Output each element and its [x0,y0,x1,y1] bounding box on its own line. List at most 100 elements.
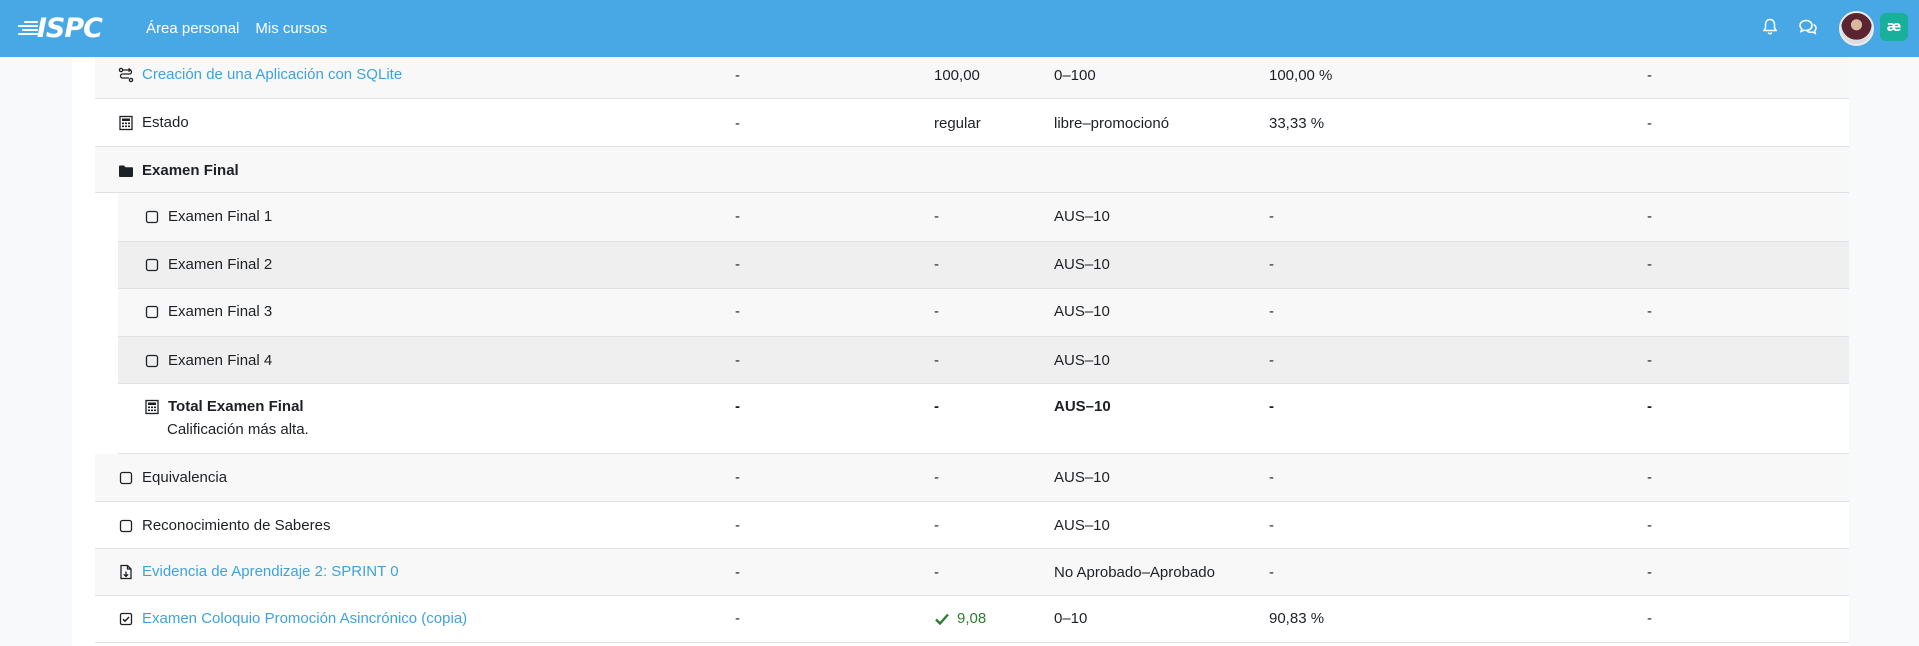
square-icon [118,470,134,486]
grade-cell-feedback: - [1647,67,1652,84]
grade-item-name: Examen Final 3 [144,303,272,320]
grade-cell-feedback: - [1647,564,1652,581]
grade-cell-feedback: - [1647,517,1652,534]
grade-cell-percentage: 33,33 % [1269,115,1325,132]
grade-cell-percentage: - [1269,256,1274,273]
grade-cell-percentage: - [1269,517,1274,534]
logo-lines-icon [18,18,38,38]
grade-cell-range: No Aprobado–Aprobado [1054,564,1215,581]
notifications-bell-icon[interactable] [1758,15,1782,39]
grade-cell-col2: - [735,256,740,273]
grade-cell-range: 0–10 [1054,610,1088,627]
grade-cell-percentage: 100,00 % [1269,67,1333,84]
grade-cell-feedback: - [1647,610,1652,627]
grade-cell-feedback: - [1647,115,1652,132]
grade-cell-grade: regular [934,115,981,132]
grade-cell-percentage: - [1269,398,1274,415]
grade-item-name: Creación de una Aplicación con SQLite [118,66,402,83]
grade-cell-range: AUS–10 [1054,398,1111,415]
grade-cell-grade: - [934,303,939,320]
check-icon [934,611,950,627]
grade-item-label: Examen Final 2 [168,256,273,273]
square-icon [144,353,160,369]
grade-item-name: Examen Final 4 [144,352,272,369]
grade-cell-range: libre–promocionó [1054,115,1170,132]
grade-cell-range: AUS–10 [1054,303,1110,320]
quiz-icon [118,611,134,627]
grade-cell-grade: - [934,398,939,415]
grade-item-label: Equivalencia [142,469,228,486]
ispc-logo[interactable]: ISPC [18,12,103,44]
square-icon [144,304,160,320]
calculator-icon [118,115,134,131]
grade-cell-feedback: - [1647,303,1652,320]
grade-cell-col2: - [735,67,740,84]
logo-text: ISPC [36,12,103,44]
grade-row: Examen Coloquio Promoción Asincrónico (c… [95,596,1849,643]
grade-row: Equivalencia - - AUS–10 - - [95,454,1849,502]
grade-item-label: Examen Final 3 [168,303,273,320]
grade-cell-grade: 100,00 [934,67,980,84]
grade-cell-grade: - [934,469,939,486]
grade-row: Examen Final 1 - - AUS–10 - - [118,193,1849,242]
grade-cell-col2: - [735,610,740,627]
grade-item-name: Estado [118,114,189,131]
grade-cell-percentage: - [1269,303,1274,320]
grade-cell-grade: - [934,208,939,225]
grade-cell-feedback: - [1647,398,1652,415]
grade-row: Estado - regular libre–promocionó 33,33 … [95,99,1849,147]
grade-cell-grade: - [934,517,939,534]
aggregation-method-note: Calificación más alta. [167,421,309,438]
grade-cell-feedback: - [1647,469,1652,486]
assignment-icon [118,564,134,580]
grade-item-label: Reconocimiento de Saberes [142,517,331,534]
grade-item-link[interactable]: Evidencia de Aprendizaje 2: SPRINT 0 [142,563,399,580]
grade-row: Evidencia de Aprendizaje 2: SPRINT 0 - -… [95,549,1849,596]
grade-row: Examen Final 2 - - AUS–10 - - [118,242,1849,289]
grade-cell-col2: - [735,564,740,581]
category-name: Examen Final [118,162,239,179]
extension-badge-icon[interactable]: æ [1880,13,1908,41]
grade-cell-col2: - [735,352,740,369]
total-label: Total Examen Final [168,398,304,415]
grade-item-name: Total Examen Final [144,398,304,415]
grade-cell-col2: - [735,208,740,225]
user-avatar[interactable] [1839,11,1874,46]
grade-cell-percentage: - [1269,352,1274,369]
grade-cell-grade: - [934,256,939,273]
grade-cell-range: AUS–10 [1054,469,1110,486]
category-label: Examen Final [142,162,239,179]
grade-item-name: Examen Final 2 [144,256,272,273]
grade-row: Examen Final 4 - - AUS–10 - - [118,337,1849,384]
grade-category-row: Examen Final [95,147,1849,193]
grade-value: 9,08 [957,610,987,627]
grade-cell-range: AUS–10 [1054,517,1110,534]
grade-item-name: Evidencia de Aprendizaje 2: SPRINT 0 [118,563,399,580]
grade-cell-col2: - [735,517,740,534]
calculator-icon [144,399,160,415]
grade-item-name: Examen Coloquio Promoción Asincrónico (c… [118,610,467,627]
grade-cell-col2: - [735,115,740,132]
square-icon [118,518,134,534]
grade-cell-grade: 9,08 [934,610,986,627]
grade-cell-range: 0–100 [1054,67,1096,84]
grade-item-name: Reconocimiento de Saberes [118,517,330,534]
grade-item-label: Examen Final 1 [168,208,273,225]
nav-area-personal[interactable]: Área personal [146,20,239,37]
grade-item-name: Equivalencia [118,469,227,486]
grade-cell-percentage: - [1269,469,1274,486]
aggregation-icon [118,67,134,83]
category-total-row: Total Examen Final Calificación más alta… [118,384,1849,454]
square-icon [144,257,160,273]
top-navbar: ISPC Área personal Mis cursos æ [0,0,1919,57]
nav-mis-cursos[interactable]: Mis cursos [255,20,327,37]
grade-item-link[interactable]: Creación de una Aplicación con SQLite [142,66,402,83]
grade-cell-percentage: - [1269,564,1274,581]
grade-item-label: Examen Final 4 [168,352,273,369]
grade-cell-range: AUS–10 [1054,352,1110,369]
grade-cell-col2: - [735,398,740,415]
grade-cell-feedback: - [1647,208,1652,225]
grade-cell-feedback: - [1647,352,1652,369]
grade-item-link[interactable]: Examen Coloquio Promoción Asincrónico (c… [142,610,467,627]
messages-chat-icon[interactable] [1796,15,1820,39]
